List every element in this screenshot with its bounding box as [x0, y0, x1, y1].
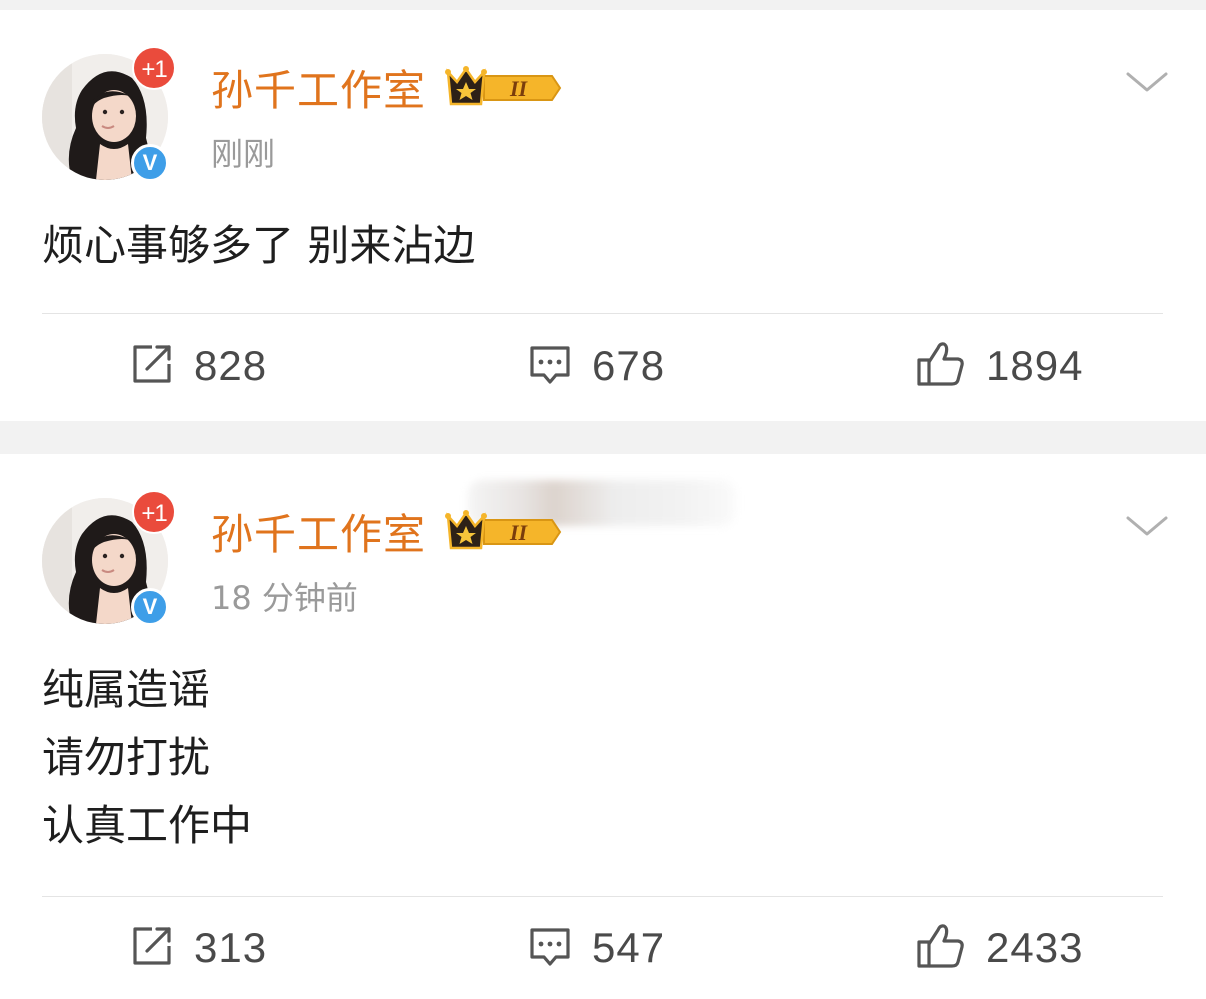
- comment-button[interactable]: 547: [528, 923, 665, 973]
- post-content: 纯属造谣 请勿打扰 认真工作中: [42, 656, 252, 860]
- username[interactable]: 孙千工作室: [211, 507, 426, 563]
- notification-badge: +1: [132, 46, 176, 90]
- content-line: 纯属造谣: [42, 665, 211, 714]
- post-timestamp: 刚刚: [211, 135, 276, 173]
- repost-button[interactable]: 313: [130, 923, 267, 973]
- like-count: 2433: [986, 924, 1084, 971]
- post-content: 烦心事够多了 别来沾边: [42, 221, 476, 270]
- content-line: 认真工作中: [42, 801, 253, 850]
- comment-icon: [528, 342, 572, 390]
- crown-icon[interactable]: II: [444, 510, 562, 558]
- repost-count: 313: [194, 924, 268, 971]
- like-button[interactable]: 1894: [916, 341, 1083, 391]
- post-card: +1 V 孙千工作室 II 刚刚 烦心事够多了 别来沾边 828 678 189…: [0, 10, 1206, 421]
- repost-icon: [130, 342, 174, 390]
- verified-icon: V: [131, 588, 169, 626]
- comment-count: 547: [592, 924, 666, 971]
- verified-icon: V: [131, 144, 169, 182]
- post-timestamp: 18 分钟前: [211, 579, 358, 617]
- comment-button[interactable]: 678: [528, 341, 665, 391]
- chevron-down-icon[interactable]: [1124, 510, 1170, 544]
- divider: [42, 896, 1163, 897]
- content-line: 请勿打扰: [42, 733, 211, 782]
- post-card: +1 V 孙千工作室 II 18 分钟前 纯属造谣 请勿打扰 认真工作中 313…: [0, 454, 1206, 999]
- thumbs-up-icon: [916, 922, 966, 974]
- repost-button[interactable]: 828: [130, 341, 267, 391]
- comment-count: 678: [592, 342, 666, 389]
- crown-icon[interactable]: II: [444, 66, 562, 114]
- like-button[interactable]: 2433: [916, 923, 1083, 973]
- svg-text:II: II: [509, 76, 529, 101]
- username[interactable]: 孙千工作室: [211, 63, 426, 119]
- comment-icon: [528, 924, 572, 972]
- repost-icon: [130, 924, 174, 972]
- divider: [42, 313, 1163, 314]
- notification-badge: +1: [132, 490, 176, 534]
- like-count: 1894: [986, 342, 1084, 389]
- repost-count: 828: [194, 342, 268, 389]
- chevron-down-icon[interactable]: [1124, 66, 1170, 100]
- svg-text:II: II: [509, 520, 529, 545]
- thumbs-up-icon: [916, 340, 966, 392]
